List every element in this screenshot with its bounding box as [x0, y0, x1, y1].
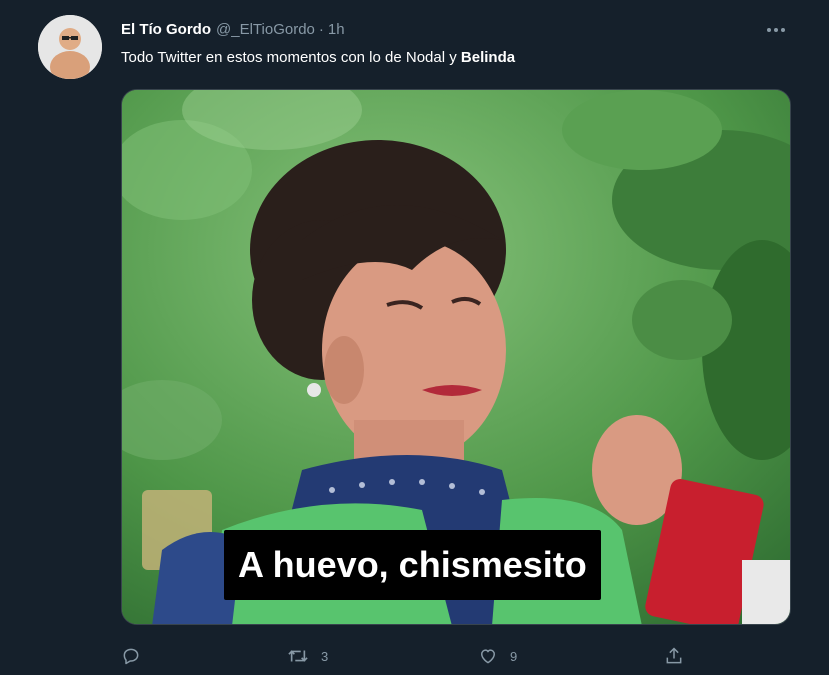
tweet-text: Todo Twitter en estos momentos con lo de… [121, 48, 515, 68]
tweet[interactable]: El Tío Gordo @_ElTioGordo · 1h Todo Twit… [0, 0, 829, 675]
avatar[interactable] [38, 15, 102, 79]
tweet-text-body: Todo Twitter en estos momentos con lo de… [121, 49, 461, 66]
retweet-button[interactable]: 3 [287, 641, 328, 671]
tweet-media[interactable]: A huevo, chismesito [121, 89, 791, 625]
tweet-actions: 3 9 [121, 641, 791, 671]
media-caption: A huevo, chismesito [224, 530, 601, 600]
like-count: 9 [510, 648, 518, 664]
header-separator: · [318, 20, 324, 38]
like-button[interactable]: 9 [478, 641, 517, 671]
more-horizontal-icon [766, 27, 786, 33]
heart-icon [478, 646, 498, 666]
tweet-text-bold: Belinda [460, 49, 516, 66]
author-handle[interactable]: @_ElTioGordo [216, 21, 315, 38]
retweet-icon [287, 646, 309, 666]
share-button[interactable] [664, 641, 684, 671]
more-options-button[interactable] [758, 16, 794, 44]
share-icon [664, 646, 684, 666]
author-name[interactable]: El Tío Gordo [121, 21, 211, 38]
retweet-count: 3 [321, 648, 329, 664]
reply-icon [121, 646, 141, 666]
tweet-header: El Tío Gordo @_ElTioGordo · 1h [121, 18, 345, 40]
reply-button[interactable] [121, 641, 141, 671]
tweet-timestamp[interactable]: 1h [328, 21, 345, 38]
avatar-image [38, 15, 102, 79]
